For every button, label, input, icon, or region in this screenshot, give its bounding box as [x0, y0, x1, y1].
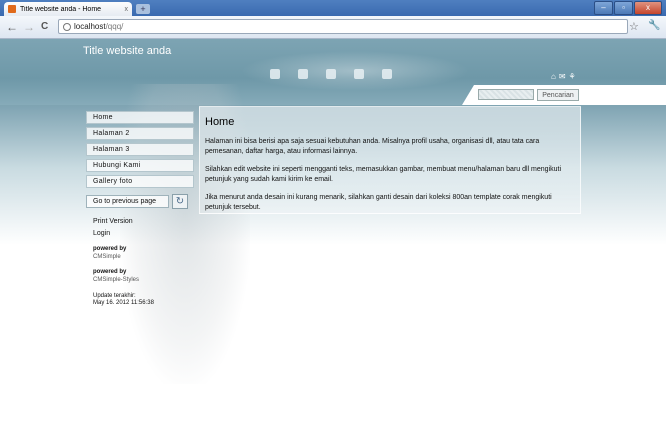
content-paragraph: Jika menurut anda desain ini kurang mena… — [205, 194, 552, 211]
globe-icon — [63, 22, 71, 31]
cmsimple-styles-link[interactable]: CMSimple-Styles — [93, 277, 194, 283]
site-title: Title website anda — [83, 45, 172, 57]
sidebar-item-hubungi-kami[interactable]: Hubungi Kami — [86, 159, 194, 172]
forward-button[interactable]: → — [23, 20, 35, 34]
window-controls: – ▫ x — [594, 1, 662, 15]
favicon-icon — [8, 5, 16, 13]
last-update-label: Update terakhir: — [93, 293, 136, 299]
tab-close-button[interactable]: x — [125, 6, 129, 13]
header-icons: ⌂ ✉ ⚘ — [551, 72, 576, 81]
wrench-icon[interactable]: 🔧 — [648, 20, 660, 31]
sidebar-item-home[interactable]: Home — [86, 111, 194, 124]
home-icon[interactable]: ⌂ — [551, 72, 556, 81]
refresh-icon[interactable]: ↻ — [172, 194, 188, 209]
mail-icon[interactable]: ✉ — [559, 72, 566, 81]
sidebar-item-gallery-foto[interactable]: Gallery foto — [86, 175, 194, 188]
last-update-value: May 16. 2012 11:56:38 — [93, 300, 154, 306]
url-text: localhost/qqq/ — [74, 22, 123, 31]
close-window-button[interactable]: x — [634, 1, 662, 15]
back-button[interactable]: ← — [6, 20, 18, 34]
maximize-button[interactable]: ▫ — [614, 1, 633, 15]
browser-titlebar: Title website anda - Home x + – ▫ x — [0, 0, 666, 16]
search-button[interactable]: Pencarian — [537, 89, 579, 101]
main-content: Home Halaman ini bisa berisi apa saja se… — [199, 106, 581, 214]
search-input[interactable] — [478, 89, 534, 100]
sitemap-icon[interactable]: ⚘ — [569, 72, 576, 81]
previous-page-row: Go to previous page ↻ — [86, 194, 194, 209]
content-paragraph: Silahkan edit website ini seperti mengga… — [205, 166, 562, 183]
browser-tab[interactable]: Title website anda - Home x — [4, 2, 132, 16]
powered-by-label: powered by — [93, 246, 127, 252]
bookmark-star-icon[interactable]: ☆ — [629, 20, 639, 33]
url-host: localhost — [74, 22, 106, 31]
sidebar-item-halaman-2[interactable]: Halaman 2 — [86, 127, 194, 140]
previous-page-button[interactable]: Go to previous page — [86, 195, 169, 208]
new-tab-button[interactable]: + — [136, 4, 150, 14]
sidebar: Home Halaman 2 Halaman 3 Hubungi Kami Ga… — [86, 111, 194, 306]
cmsimple-link[interactable]: CMSimple — [93, 254, 194, 260]
stage-lights — [270, 69, 392, 79]
reload-button[interactable]: C — [41, 20, 48, 34]
web-page: Title website anda ⌂ ✉ ⚘ Pencarian Home … — [0, 39, 666, 422]
page-title: Home — [205, 116, 235, 128]
sidebar-item-halaman-3[interactable]: Halaman 3 — [86, 143, 194, 156]
powered-by-label-2: powered by — [93, 269, 127, 275]
minimize-button[interactable]: – — [594, 1, 613, 15]
browser-toolbar: ← → C localhost/qqq/ ☆ 🔧 — [0, 16, 666, 39]
content-paragraph: Halaman ini bisa berisi apa saja sesuai … — [205, 138, 540, 155]
tab-title: Title website anda - Home — [20, 5, 102, 13]
url-path: /qqq/ — [105, 22, 124, 31]
login-link[interactable]: Login — [93, 230, 194, 237]
print-version-link[interactable]: Print Version — [93, 218, 194, 225]
address-bar[interactable]: localhost/qqq/ — [58, 19, 628, 34]
